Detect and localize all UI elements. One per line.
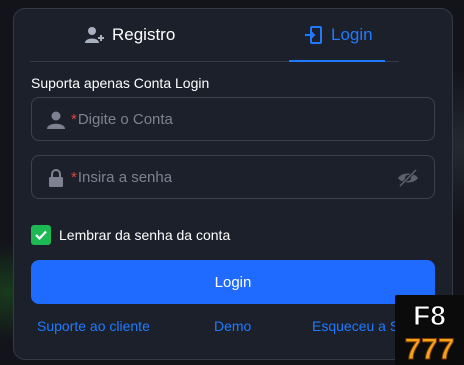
forgot-password-link[interactable]: Esqueceu a S	[312, 318, 399, 334]
support-link[interactable]: Suporte ao cliente	[37, 318, 150, 334]
logo-top-text: F8	[413, 300, 446, 331]
auth-tabs: Registro Login	[30, 9, 399, 62]
f8-777-logo: F8 777	[395, 295, 464, 365]
login-door-icon	[305, 26, 322, 44]
tab-registro-label: Registro	[112, 25, 176, 44]
login-modal: Registro Login Suporta apenas Conta Logi…	[13, 8, 453, 360]
tab-registro[interactable]: Registro	[84, 9, 175, 61]
login-button[interactable]: Login	[31, 260, 435, 304]
tab-login-label: Login	[331, 25, 373, 44]
form-subtitle: Suporta apenas Conta Login	[31, 75, 210, 91]
remember-checkbox[interactable]	[31, 225, 51, 245]
add-user-icon	[85, 27, 104, 43]
conta-field[interactable]: *Digite o Conta	[31, 97, 435, 141]
tab-login[interactable]: Login	[303, 9, 373, 61]
active-tab-indicator	[289, 60, 385, 62]
demo-link[interactable]: Demo	[214, 318, 251, 334]
eye-off-icon[interactable]	[396, 168, 420, 188]
logo-bottom-text: 777	[404, 333, 454, 365]
remember-label: Lembrar da senha da conta	[59, 227, 231, 243]
remember-password[interactable]: Lembrar da senha da conta	[31, 225, 230, 245]
senha-field[interactable]: *Insira a senha	[31, 155, 435, 199]
check-icon	[35, 230, 47, 241]
